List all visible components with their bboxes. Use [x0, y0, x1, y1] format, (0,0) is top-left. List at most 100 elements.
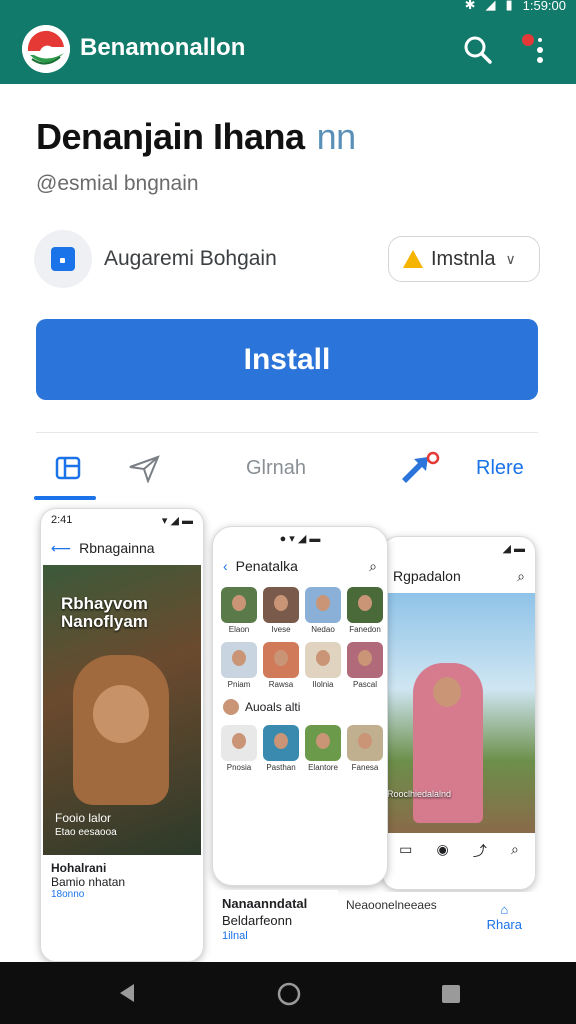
section-title: Auoals alti	[245, 700, 301, 714]
screen-status-bar: ● ▾ ◢ ▬	[213, 527, 387, 549]
app-logo	[22, 25, 70, 73]
bluetooth-icon: ✱	[464, 0, 476, 12]
nav-icon: ⤴	[472, 843, 487, 859]
screen-status-icons: ▾ ◢ ▬	[161, 514, 193, 527]
developer-name[interactable]: Augaremi Bohgain	[104, 247, 277, 271]
back-icon: ‹	[223, 558, 228, 574]
screen-bottom-nav: ▭ ◉ ⤴ ⌕	[383, 833, 535, 869]
screen-status-bar: 2:41 ▾ ◢ ▬	[41, 509, 203, 531]
screen-hero-image: Rbhayvom Nanoflyam Fooio lalor Etao eesa…	[43, 565, 201, 855]
screenshot-1[interactable]: 2:41 ▾ ◢ ▬ ⟵ Rbnagainna Rbhayvom Nanofly…	[40, 508, 204, 962]
search-icon: ⌕	[369, 557, 377, 574]
tab-send[interactable]	[128, 448, 160, 488]
grid-item[interactable]: Pascal	[347, 642, 383, 689]
caption-link[interactable]: ⌂ Rhara	[487, 902, 522, 932]
screen-time: 2:41	[51, 514, 73, 526]
app-bar-title: Benamonallon	[80, 34, 246, 61]
tab-overview[interactable]	[54, 448, 82, 488]
screen-header-title: Rgpadalon	[393, 568, 461, 584]
footer-text-b: Etao eesaooa	[55, 827, 117, 838]
section-header: Auoals alti	[213, 693, 387, 721]
banner-text: Rbhayvom Nanoflyam	[61, 594, 148, 631]
caption-title: Nanaanndatal	[222, 896, 308, 911]
screenshot-2-caption: Nanaanndatal Beldarfeonn 1ilnal	[218, 890, 338, 962]
people-grid-3: Pnosia Pasthan Elantore Fanesa	[213, 721, 387, 776]
install-button[interactable]: Install	[36, 319, 538, 400]
app-title-text: Denanjain Ihana	[36, 116, 305, 157]
caption-link-label: Rhara	[486, 917, 522, 932]
grid-item[interactable]: Pniam	[221, 642, 257, 689]
tab-details[interactable]: Glrnah	[246, 448, 306, 488]
grid-item[interactable]: Ilolnia	[305, 642, 341, 689]
nav-icon: ▭	[399, 841, 413, 857]
search-icon[interactable]	[462, 34, 494, 66]
grid-item[interactable]: Elaon	[221, 587, 257, 634]
rating-dropdown-label: Imstnla	[431, 247, 496, 270]
back-icon[interactable]	[116, 982, 138, 1004]
status-time: 1:59:00	[522, 0, 566, 13]
screen-header: ‹ Penatalka ⌕	[213, 549, 387, 583]
screenshot-3[interactable]: ◢ ▬ Rgpadalon ⌕ Rooclhiedalalnd ▭ ◉ ⤴ ⌕	[382, 536, 536, 890]
chevron-down-icon: ∨	[505, 250, 516, 267]
developer-icon[interactable]	[34, 230, 92, 288]
share-icon	[402, 451, 440, 483]
face	[93, 685, 149, 743]
grid-item[interactable]: Fanesa	[347, 725, 383, 772]
home-icon: ⌂	[500, 902, 509, 917]
screen-header: ⟵ Rbnagainna	[41, 531, 203, 565]
face	[433, 677, 461, 707]
caption-sub: Bamio nhatan	[51, 875, 126, 889]
screen-photo: Rooclhiedalalnd	[383, 593, 535, 833]
grid-item[interactable]: Fanedon	[347, 587, 383, 634]
caption-meta: 1ilnal	[222, 930, 248, 942]
app-bar: Benamonallon	[0, 14, 576, 84]
signal-icon: ◢	[485, 0, 496, 12]
avatar	[223, 699, 239, 715]
status-bar: ✱ ◢ ▮ 1:59:00	[0, 0, 576, 14]
search-icon: ⌕	[517, 567, 525, 584]
divider	[36, 432, 538, 433]
grid-item[interactable]: Elantore	[305, 725, 341, 772]
people-grid-2: Pniam Rawsa Ilolnia Pascal	[213, 638, 387, 693]
app-subtitle: @esmial bngnain	[36, 172, 199, 195]
screenshot-3-caption: Neaoonelneeaes ⌂ Rhara	[340, 892, 540, 962]
home-icon[interactable]	[276, 981, 302, 1007]
system-nav-bar	[0, 962, 576, 1024]
send-icon	[129, 455, 160, 483]
tab-share[interactable]	[398, 448, 442, 488]
grid-item[interactable]: Pnosia	[221, 725, 257, 772]
footer-text-a: Fooio lalor	[55, 811, 112, 825]
tab-bar: Glrnah Rlere	[34, 440, 540, 500]
grid-item[interactable]: Pasthan	[263, 725, 299, 772]
people-grid-1: Elaon Ivese Nedao Fanedon	[213, 583, 387, 638]
screen-header: Rgpadalon ⌕	[383, 559, 535, 593]
screen-status-icons: ◢ ▬	[502, 542, 525, 555]
active-tab-indicator	[34, 496, 96, 500]
overlay-text: Rooclhiedalalnd	[387, 789, 452, 799]
warning-icon	[403, 250, 423, 268]
tab-more[interactable]: Rlere	[476, 448, 524, 488]
grid-item[interactable]: Nedao	[305, 587, 341, 634]
caption-sub: Beldarfeonn	[222, 913, 293, 928]
screen-status-icons: ● ▾ ◢ ▬	[279, 532, 321, 545]
screen-status-bar: ◢ ▬	[383, 537, 535, 559]
developer-row: Augaremi Bohgain Imstnla ∨	[34, 228, 540, 288]
screen-caption: Hohalrani Bamio nhatan 18onno	[41, 855, 203, 906]
screen-header-title: Penatalka	[235, 558, 298, 574]
app-title: Denanjain Ihana nn	[36, 116, 356, 158]
app-title-suffix: nn	[316, 116, 357, 157]
search-icon: ⌕	[511, 841, 519, 857]
more-vert-icon[interactable]	[514, 30, 550, 70]
grid-item[interactable]: Ivese	[263, 587, 299, 634]
avatar: ◉	[436, 841, 449, 857]
grid-item[interactable]: Rawsa	[263, 642, 299, 689]
back-arrow-icon: ⟵	[51, 539, 72, 556]
battery-icon: ▮	[505, 0, 513, 12]
screen-header-title: Rbnagainna	[79, 540, 155, 556]
rating-dropdown[interactable]: Imstnla ∨	[388, 236, 540, 282]
caption-meta: 18onno	[51, 889, 85, 900]
recents-icon[interactable]	[440, 983, 462, 1005]
grid-icon	[55, 456, 81, 480]
caption-title: Hohalrani	[51, 861, 107, 875]
screenshot-2[interactable]: ● ▾ ◢ ▬ ‹ Penatalka ⌕ Elaon Ivese Nedao …	[212, 526, 388, 886]
